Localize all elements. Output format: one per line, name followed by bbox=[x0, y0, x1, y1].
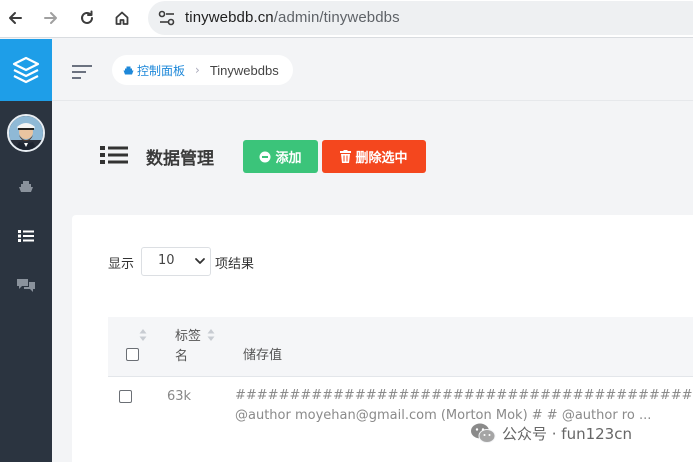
menu-toggle-button[interactable] bbox=[72, 64, 92, 83]
trash-icon bbox=[340, 150, 352, 163]
row-checkbox[interactable] bbox=[119, 390, 132, 403]
wechat-icon bbox=[471, 423, 496, 443]
sidebar-item-dashboard[interactable] bbox=[0, 171, 52, 201]
select-all-checkbox[interactable] bbox=[126, 348, 139, 361]
comments-icon bbox=[17, 279, 35, 292]
add-button-label: 添加 bbox=[275, 150, 302, 165]
breadcrumb: 控制面板 › Tinywebdbs bbox=[112, 55, 293, 85]
sort-icon[interactable] bbox=[207, 329, 215, 341]
home-button[interactable] bbox=[111, 7, 133, 29]
page-length-value: 10 bbox=[158, 253, 175, 268]
app-logo[interactable] bbox=[0, 39, 52, 101]
add-button[interactable]: 添加 bbox=[243, 140, 318, 173]
sort-icon[interactable] bbox=[139, 329, 147, 341]
list-icon bbox=[18, 230, 34, 242]
forward-button[interactable] bbox=[40, 7, 62, 29]
delete-selected-button[interactable]: 删除选中 bbox=[322, 140, 426, 173]
avatar[interactable] bbox=[7, 114, 45, 152]
url-path: /admin/tinywebdbs bbox=[273, 9, 400, 26]
breadcrumb-current: Tinywebdbs bbox=[209, 62, 279, 78]
ship-icon bbox=[123, 66, 134, 74]
reload-icon bbox=[81, 10, 93, 24]
url-text: tinywebdb.cn/admin/tinywebdbs bbox=[185, 9, 400, 26]
user-avatar-area[interactable] bbox=[0, 101, 52, 165]
sidebar-item-messages[interactable] bbox=[0, 271, 52, 301]
hamburger-icon bbox=[72, 65, 92, 79]
sidebar-item-data[interactable] bbox=[0, 221, 52, 251]
watermark-text: 公众号 · fun123cn bbox=[502, 424, 632, 443]
row-value-line1: ########################################… bbox=[235, 388, 693, 403]
column-header-value[interactable]: 储存值 bbox=[243, 346, 282, 366]
page-title: 数据管理 bbox=[146, 149, 214, 169]
length-result-label: 项结果 bbox=[215, 257, 255, 272]
site-settings-icon bbox=[158, 10, 175, 26]
minus-circle-icon bbox=[259, 151, 271, 162]
arrow-left-icon bbox=[9, 12, 22, 24]
top-header: 控制面板 › Tinywebdbs bbox=[52, 39, 693, 101]
list-icon bbox=[100, 146, 128, 164]
arrow-right-icon bbox=[44, 12, 57, 24]
column-header-tag[interactable]: 标签名 bbox=[175, 327, 205, 367]
watermark: 公众号 · fun123cn bbox=[470, 422, 632, 444]
row-tag[interactable]: 63k bbox=[167, 389, 191, 404]
browser-toolbar: tinywebdb.cn/admin/tinywebdbs bbox=[0, 0, 693, 38]
breadcrumb-home[interactable]: 控制面板 bbox=[123, 62, 185, 79]
ship-icon bbox=[19, 181, 33, 192]
delete-button-label: 删除选中 bbox=[355, 150, 408, 165]
reload-button[interactable] bbox=[76, 7, 98, 29]
breadcrumb-separator: › bbox=[195, 63, 200, 77]
back-button[interactable] bbox=[4, 7, 26, 29]
breadcrumb-home-label[interactable]: 控制面板 bbox=[137, 62, 185, 79]
url-host: tinywebdb.cn bbox=[185, 9, 274, 26]
home-icon bbox=[115, 11, 129, 25]
page-heading-icon-wrap bbox=[100, 145, 128, 165]
sidebar bbox=[0, 39, 52, 462]
page-length-select[interactable]: 10 bbox=[141, 247, 211, 276]
length-show-label: 显示 bbox=[108, 257, 135, 272]
address-bar[interactable]: tinywebdb.cn/admin/tinywebdbs bbox=[148, 1, 693, 35]
row-value[interactable]: ########################################… bbox=[235, 386, 693, 426]
layers-logo-icon bbox=[12, 56, 40, 84]
chevron-down-icon bbox=[195, 258, 205, 264]
